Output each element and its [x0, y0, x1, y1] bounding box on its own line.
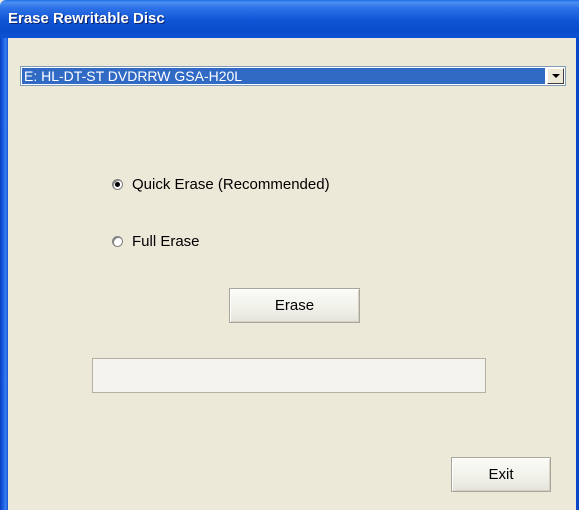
drive-select-dropdown-button[interactable] — [547, 68, 564, 84]
quick-erase-label[interactable]: Quick Erase (Recommended) — [132, 176, 330, 193]
quick-erase-radio-button[interactable] — [112, 179, 123, 190]
full-erase-radio-button[interactable] — [112, 236, 123, 247]
window-frame-left — [0, 38, 8, 510]
window-title: Erase Rewritable Disc — [8, 10, 165, 27]
drive-select[interactable]: E: HL-DT-ST DVDRRW GSA-H20L — [20, 66, 566, 86]
erase-button[interactable]: Erase — [229, 288, 360, 323]
erase-disc-dialog: Erase Rewritable Disc E: HL-DT-ST DVDRRW… — [0, 0, 579, 510]
dialog-client-area: E: HL-DT-ST DVDRRW GSA-H20L Quick Erase … — [8, 38, 576, 510]
full-erase-label[interactable]: Full Erase — [132, 233, 200, 250]
drive-select-value: E: HL-DT-ST DVDRRW GSA-H20L — [22, 68, 545, 84]
full-erase-radio[interactable]: Full Erase — [112, 233, 200, 250]
title-bar[interactable]: Erase Rewritable Disc — [0, 0, 579, 38]
quick-erase-radio[interactable]: Quick Erase (Recommended) — [112, 176, 330, 193]
exit-button[interactable]: Exit — [451, 457, 551, 492]
chevron-down-icon — [552, 74, 560, 78]
erase-progress-bar — [92, 358, 486, 393]
